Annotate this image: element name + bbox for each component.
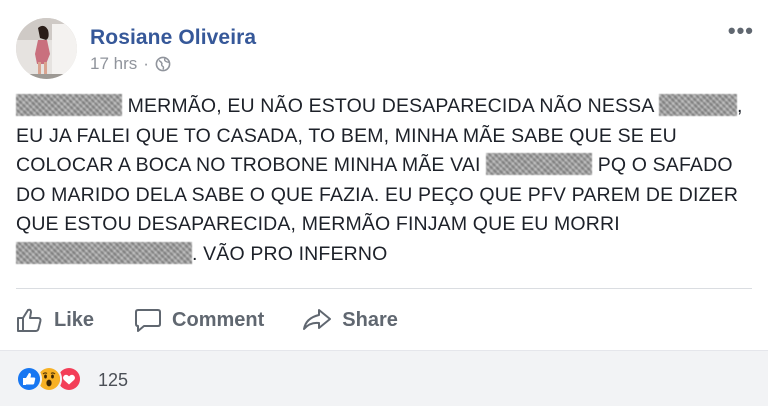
share-icon: [303, 309, 332, 330]
post-text-segment: MERMÃO, EU NÃO ESTOU DESAPARECIDA NÃO NE…: [122, 95, 659, 117]
post-text: █████ MERMÃO, EU NÃO ESTOU DESAPARECIDA …: [16, 92, 756, 269]
like-label: Like: [54, 308, 95, 331]
globe-icon[interactable]: [155, 56, 171, 72]
post-meta: 17 hrs ·: [90, 54, 171, 74]
reaction-count[interactable]: 125: [98, 370, 128, 391]
redacted-text: SE FUDER: [486, 153, 593, 175]
author-name[interactable]: Rosiane Oliveira: [90, 26, 256, 50]
comment-button[interactable]: Comment: [134, 307, 264, 333]
more-options-button[interactable]: •••: [728, 18, 754, 44]
reactions-bar: 125: [0, 350, 768, 406]
redacted-text: █████: [16, 94, 122, 116]
post-actions: Like Comment Share: [16, 300, 398, 340]
post-timestamp[interactable]: 17 hrs: [90, 54, 137, 74]
post-text-segment: . VÃO PRO INFERNO: [192, 242, 388, 265]
share-button[interactable]: Share: [302, 307, 398, 333]
thumbs-up-icon: [17, 308, 42, 332]
share-label: Share: [342, 308, 398, 331]
meta-separator: ·: [143, 54, 149, 73]
facebook-post: Rosiane Oliveira 17 hrs · ••• █████ MERM…: [0, 0, 768, 406]
like-reaction-icon: [16, 366, 42, 392]
avatar[interactable]: [16, 18, 77, 79]
redacted-text: ████████: [16, 241, 192, 264]
divider: [16, 288, 752, 289]
redacted-text: ████: [658, 94, 737, 116]
avatar-photo: [16, 18, 77, 79]
reaction-icons[interactable]: [16, 366, 82, 392]
comment-label: Comment: [172, 308, 265, 331]
comment-icon: [135, 309, 162, 332]
like-button[interactable]: Like: [16, 307, 94, 333]
